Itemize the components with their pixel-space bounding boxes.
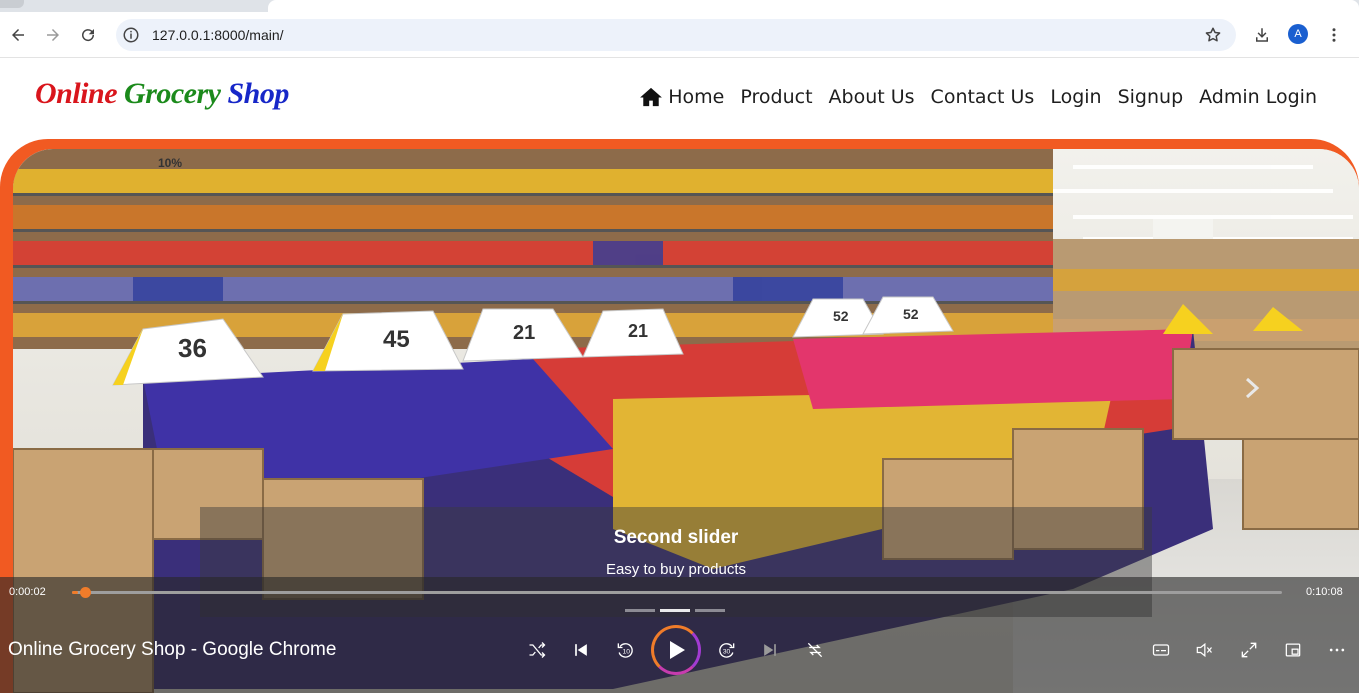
tab-strip: [0, 0, 1359, 12]
back-icon[interactable]: [2, 19, 34, 51]
logo-word-shop: Shop: [227, 77, 290, 110]
forward-icon[interactable]: [37, 19, 69, 51]
svg-text:21: 21: [513, 322, 535, 344]
volume-mute-icon[interactable]: [1191, 637, 1217, 663]
forward-30-icon[interactable]: 30: [714, 637, 740, 663]
logo-word-online: Online: [35, 77, 118, 110]
url-text[interactable]: 127.0.0.1:8000/main/: [152, 27, 284, 43]
carousel-indicator-1[interactable]: [625, 609, 655, 612]
home-icon: [640, 87, 663, 107]
repeat-off-icon[interactable]: [802, 637, 828, 663]
nav-contact[interactable]: Contact Us: [931, 86, 1035, 108]
svg-text:21: 21: [628, 321, 648, 341]
inactive-tab[interactable]: [0, 0, 24, 8]
fullscreen-icon[interactable]: [1236, 637, 1262, 663]
svg-text:52: 52: [903, 306, 919, 322]
nav-home-label: Home: [668, 86, 725, 108]
nav-admin-login[interactable]: Admin Login: [1199, 86, 1317, 108]
previous-track-icon[interactable]: [568, 637, 594, 663]
active-tab[interactable]: [268, 0, 1359, 12]
nav-product[interactable]: Product: [740, 86, 812, 108]
rewind-10-icon[interactable]: 10: [612, 637, 638, 663]
nav-home[interactable]: Home: [640, 86, 724, 108]
player-window-title: Online Grocery Shop - Google Chrome: [8, 639, 337, 660]
browser-toolbar: 127.0.0.1:8000/main/ A: [0, 12, 1359, 58]
site-info-icon[interactable]: [122, 26, 140, 44]
nav-signup[interactable]: Signup: [1118, 86, 1184, 108]
carousel-next-icon[interactable]: [1243, 377, 1261, 399]
address-bar[interactable]: 127.0.0.1:8000/main/: [116, 19, 1236, 51]
play-icon: [670, 641, 685, 659]
nav-about[interactable]: About Us: [829, 86, 915, 108]
play-button[interactable]: [651, 625, 701, 675]
next-track-icon[interactable]: [757, 637, 783, 663]
seek-bar[interactable]: [72, 591, 1282, 594]
download-icon[interactable]: [1246, 19, 1278, 51]
svg-text:30: 30: [723, 648, 731, 655]
more-options-icon[interactable]: [1324, 637, 1350, 663]
carousel-indicator-3[interactable]: [695, 609, 725, 612]
svg-text:10: 10: [623, 648, 631, 655]
shuffle-icon[interactable]: [524, 637, 550, 663]
svg-text:10%: 10%: [158, 156, 182, 170]
svg-text:45: 45: [383, 326, 410, 353]
total-time: 0:10:08: [1306, 586, 1343, 598]
bookmark-star-icon[interactable]: [1204, 26, 1222, 44]
reload-icon[interactable]: [72, 19, 104, 51]
mini-player-icon[interactable]: [1280, 637, 1306, 663]
site-header: Online Grocery Shop Home Product About U…: [0, 59, 1359, 139]
seek-bar-progress: [72, 591, 78, 594]
logo-word-grocery: Grocery: [124, 77, 221, 110]
menu-dots-icon[interactable]: [1318, 19, 1350, 51]
current-time: 0:00:02: [9, 586, 46, 598]
site-logo[interactable]: Online Grocery Shop: [35, 77, 289, 111]
profile-avatar[interactable]: A: [1288, 24, 1308, 44]
slide-subtitle: Easy to buy products: [605, 561, 747, 578]
slide-title: Second slider: [613, 527, 739, 548]
nav-login[interactable]: Login: [1050, 86, 1101, 108]
carousel-indicator-2[interactable]: [660, 609, 690, 612]
svg-text:52: 52: [833, 308, 849, 324]
svg-text:36: 36: [178, 333, 207, 363]
seek-thumb[interactable]: [80, 587, 91, 598]
captions-icon[interactable]: [1148, 637, 1174, 663]
main-nav: Home Product About Us Contact Us Login S…: [640, 86, 1317, 108]
